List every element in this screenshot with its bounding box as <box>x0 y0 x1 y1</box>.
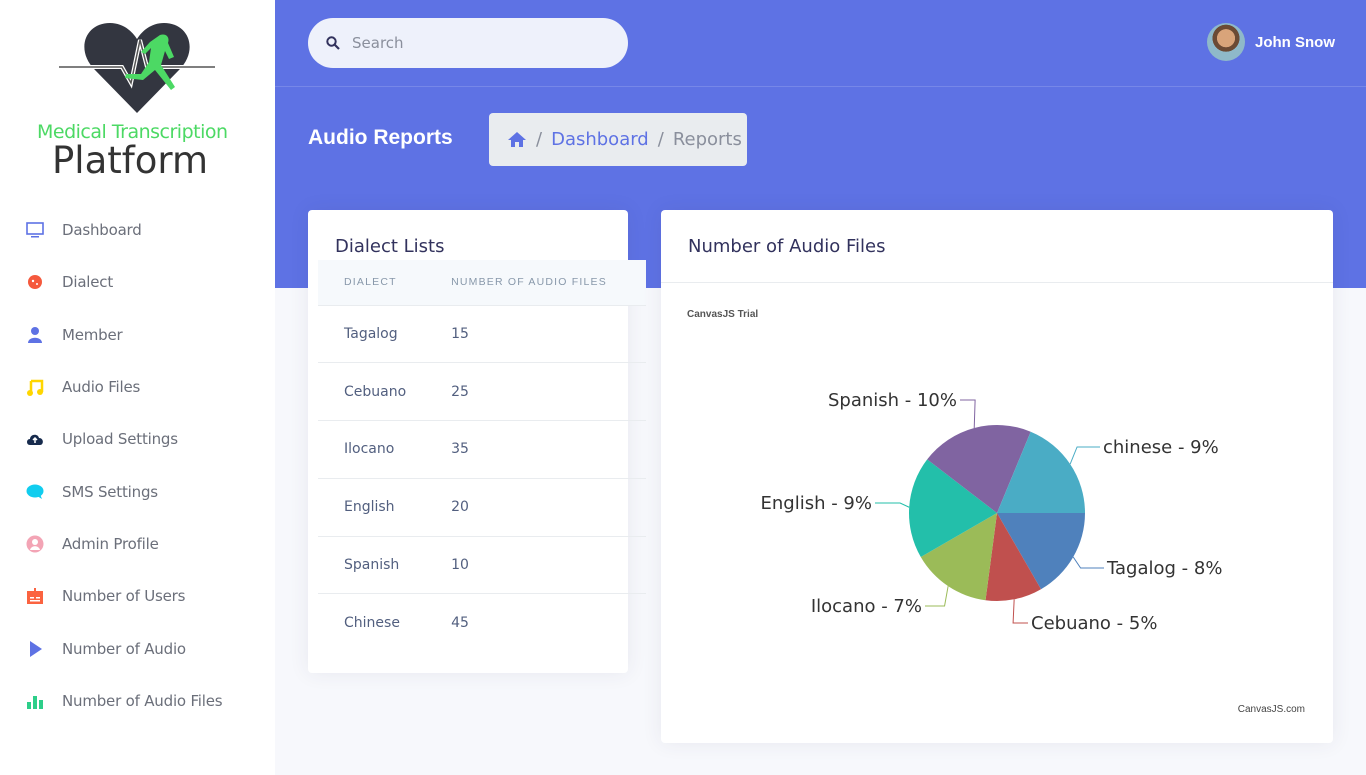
table-row: Chinese 45 <box>318 594 646 652</box>
pie-label: Spanish - 10% <box>828 390 957 411</box>
sidebar-item-dialect[interactable]: Dialect <box>0 256 275 308</box>
pie-label: Ilocano - 7% <box>811 596 922 617</box>
planet-icon <box>25 272 45 292</box>
table-row: English 20 <box>318 478 646 537</box>
pie-leader-line <box>960 399 976 429</box>
user-circle-icon <box>25 534 45 554</box>
sidebar-item-label: Number of Users <box>62 587 186 606</box>
search-icon <box>326 36 340 50</box>
count-cell: 25 <box>425 362 646 422</box>
pie-label: Tagalog - 8% <box>1106 558 1222 579</box>
sidebar-item-label: Member <box>62 325 123 344</box>
pie-label: chinese - 9% <box>1103 437 1219 458</box>
user-name[interactable]: John Snow <box>1255 34 1335 51</box>
pie-leader-line <box>1012 599 1028 624</box>
sidebar-item-number-of-users[interactable]: Number of Users <box>0 570 275 622</box>
dialect-lists-card: Dialect Lists DIALECT NUMBER OF AUDIO FI… <box>308 210 646 673</box>
sidebar-item-label: Number of Audio Files <box>62 691 223 710</box>
sidebar-item-dashboard[interactable]: Dashboard <box>0 204 275 256</box>
count-cell: 10 <box>425 536 646 595</box>
breadcrumb-reports: Reports <box>672 129 742 150</box>
user-icon <box>25 325 45 345</box>
sidebar-item-label: Dashboard <box>62 221 142 240</box>
pie-leader-line <box>875 502 910 508</box>
count-cell: 15 <box>425 305 646 364</box>
count-cell: 45 <box>451 615 469 632</box>
bar-chart-icon <box>25 691 45 711</box>
search-input[interactable] <box>352 34 592 52</box>
sidebar-nav: Dashboard Dialect Member Audio Files Upl… <box>0 204 275 727</box>
pie-leader-line <box>925 586 949 607</box>
dialect-cell: Ilocano <box>318 420 426 479</box>
pie-label: English - 9% <box>761 493 873 514</box>
sidebar-item-number-of-audio-files[interactable]: Number of Audio Files <box>0 675 275 727</box>
sidebar-item-label: Dialect <box>62 273 114 292</box>
column-header-dialect: DIALECT <box>318 260 426 306</box>
dialect-cell: Chinese <box>344 615 400 632</box>
table-row: Cebuano 25 <box>318 362 646 422</box>
search-bar[interactable] <box>308 18 628 68</box>
page-title: Audio Reports <box>308 126 453 149</box>
sidebar-item-admin-profile[interactable]: Admin Profile <box>0 518 275 570</box>
table-row: Spanish 10 <box>318 536 646 595</box>
dialect-cell: Cebuano <box>318 362 426 422</box>
count-cell: 20 <box>425 478 646 537</box>
sidebar-item-member[interactable]: Member <box>0 309 275 361</box>
avatar[interactable] <box>1207 23 1245 61</box>
sidebar-item-label: Admin Profile <box>62 534 159 553</box>
pie-leader-line <box>1072 556 1104 569</box>
sidebar-item-label: Upload Settings <box>62 430 178 449</box>
sidebar-item-audio-files[interactable]: Audio Files <box>0 361 275 413</box>
breadcrumb-separator: / <box>657 129 664 150</box>
sidebar-item-label: Number of Audio <box>62 639 186 658</box>
pie-label: Cebuano - 5% <box>1031 613 1157 634</box>
breadcrumb-separator: / <box>536 129 543 150</box>
pie-leader-line <box>1069 446 1100 465</box>
column-header-count: NUMBER OF AUDIO FILES <box>425 260 646 306</box>
dialect-cell: English <box>318 478 426 537</box>
cloud-upload-icon <box>25 429 45 449</box>
breadcrumb: / Dashboard / Reports <box>489 113 747 166</box>
card-title: Dialect Lists <box>335 236 445 257</box>
sidebar: Medical Transcription Platform Dashboard… <box>0 0 275 775</box>
dialect-cell: Tagalog <box>318 305 426 364</box>
breadcrumb-dashboard[interactable]: Dashboard <box>551 129 649 150</box>
logo-title: Platform <box>52 139 209 182</box>
pie-chart: Tagalog - 8% Cebuano - 5% Ilocano - 7% Engl… <box>761 390 1223 634</box>
home-icon[interactable] <box>507 131 527 148</box>
header-divider <box>275 86 1366 87</box>
dialect-table: DIALECT NUMBER OF AUDIO FILES Tagalog 15 … <box>318 260 646 652</box>
chat-bubble-icon <box>25 482 45 502</box>
count-cell: 35 <box>425 420 646 479</box>
music-note-icon <box>25 377 45 397</box>
play-icon <box>25 639 45 659</box>
sidebar-item-label: SMS Settings <box>62 482 158 501</box>
sidebar-item-sms-settings[interactable]: SMS Settings <box>0 465 275 517</box>
sidebar-item-label: Audio Files <box>62 378 141 397</box>
dialect-cell: Spanish <box>318 536 426 595</box>
user-menu[interactable]: John Snow <box>1207 23 1335 61</box>
table-row: Tagalog 15 <box>318 305 646 364</box>
monitor-icon <box>25 220 45 240</box>
heart-runner-logo-icon <box>59 23 215 113</box>
logo[interactable]: Medical Transcription Platform <box>30 15 245 185</box>
table-row: Ilocano 35 <box>318 420 646 479</box>
id-badge-icon <box>25 586 45 606</box>
sidebar-item-upload-settings[interactable]: Upload Settings <box>0 413 275 465</box>
sidebar-item-number-of-audio[interactable]: Number of Audio <box>0 622 275 674</box>
